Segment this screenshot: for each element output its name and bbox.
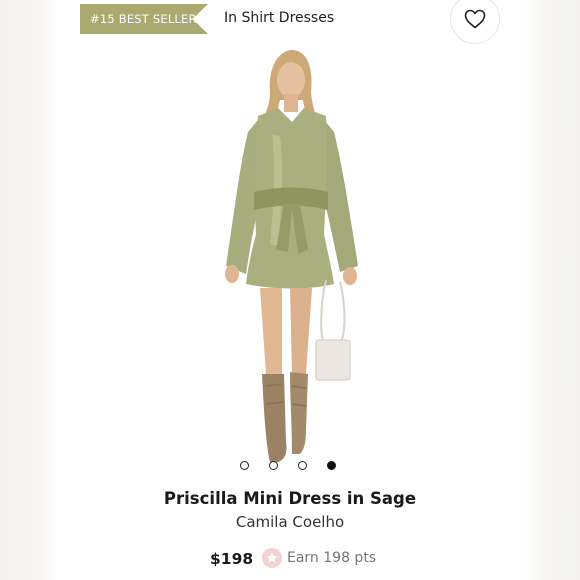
model-leg-right (290, 288, 312, 374)
best-seller-badge: #15 BEST SELLER (80, 4, 208, 34)
product-page: #15 BEST SELLER In Shirt Dresses Priscil… (0, 0, 580, 580)
rewards-points: Earn 198 pts (262, 548, 376, 568)
product-image[interactable] (200, 44, 380, 474)
model-hand-left (225, 265, 239, 283)
boot-left (262, 374, 287, 462)
carousel-dot[interactable] (240, 461, 249, 470)
handbag-strap (320, 279, 346, 345)
carousel-dot-active[interactable] (327, 461, 336, 470)
product-name: Priscilla Mini Dress in Sage (163, 489, 417, 508)
model-neck (284, 94, 298, 112)
best-seller-label: #15 BEST SELLER (90, 12, 197, 26)
carousel-dots (240, 461, 336, 470)
points-label: Earn 198 pts (287, 550, 377, 566)
star-icon (262, 548, 282, 568)
carousel-dot[interactable] (298, 461, 307, 470)
boot-right (290, 372, 308, 454)
brand-name[interactable]: Camila Coelho (0, 513, 580, 531)
heart-icon (464, 9, 486, 29)
carousel-dot[interactable] (269, 461, 278, 470)
category-link[interactable]: In Shirt Dresses (224, 10, 334, 26)
product-price: $198 (210, 550, 254, 568)
model-leg-left (260, 288, 282, 374)
model-hand-right (343, 267, 357, 285)
handbag (315, 339, 351, 381)
wishlist-button[interactable] (450, 0, 500, 44)
model-face (277, 62, 305, 98)
